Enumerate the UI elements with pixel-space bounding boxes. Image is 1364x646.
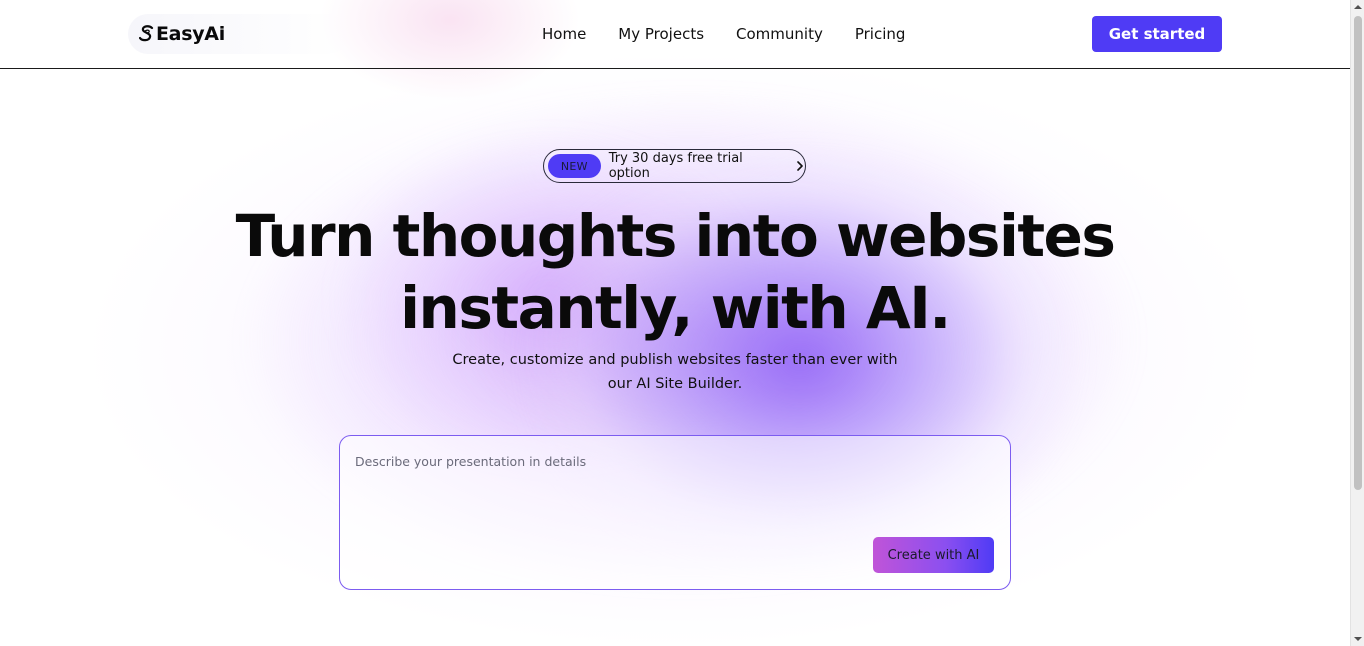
trial-announcement-pill[interactable]: NEW Try 30 days free trial option <box>543 149 806 183</box>
hero-subtitle-line-2: our AI Site Builder. <box>607 376 743 392</box>
chevron-right-icon <box>795 160 805 172</box>
hero-subtitle: Create, customize and publish websites f… <box>425 348 925 396</box>
new-badge: NEW <box>548 154 601 178</box>
hero-headline-line-2: instantly, with AI. <box>400 274 951 342</box>
page: EasyAi Home My Projects Community Pricin… <box>0 0 1350 646</box>
main-nav: Home My Projects Community Pricing <box>530 24 937 44</box>
nav-item-my-projects[interactable]: My Projects <box>618 24 704 44</box>
nav-item-community[interactable]: Community <box>736 24 823 44</box>
stylized-s-logo-icon <box>138 24 156 44</box>
brand-name: EasyAi <box>156 23 225 45</box>
scroll-down-arrow-icon[interactable] <box>1351 632 1364 646</box>
create-with-ai-button[interactable]: Create with AI <box>873 537 994 573</box>
presentation-description-input[interactable] <box>355 454 995 534</box>
brand-logo[interactable]: EasyAi <box>128 14 348 54</box>
hero-subtitle-line-1: Create, customize and publish websites f… <box>452 352 898 368</box>
nav-item-home[interactable]: Home <box>542 24 586 44</box>
scrollbar-thumb[interactable] <box>1354 16 1362 490</box>
scroll-up-arrow-icon[interactable] <box>1351 0 1364 14</box>
site-header: EasyAi Home My Projects Community Pricin… <box>0 0 1350 69</box>
vertical-scrollbar[interactable] <box>1350 0 1364 646</box>
hero-headline-line-1: Turn thoughts into websites <box>235 202 1116 270</box>
trial-announcement-text: Try 30 days free trial option <box>608 151 743 181</box>
hero-headline: Turn thoughts into websites instantly, w… <box>150 200 1200 344</box>
prompt-box: Create with AI <box>339 435 1011 590</box>
get-started-button[interactable]: Get started <box>1092 16 1222 52</box>
nav-item-pricing[interactable]: Pricing <box>855 24 906 44</box>
